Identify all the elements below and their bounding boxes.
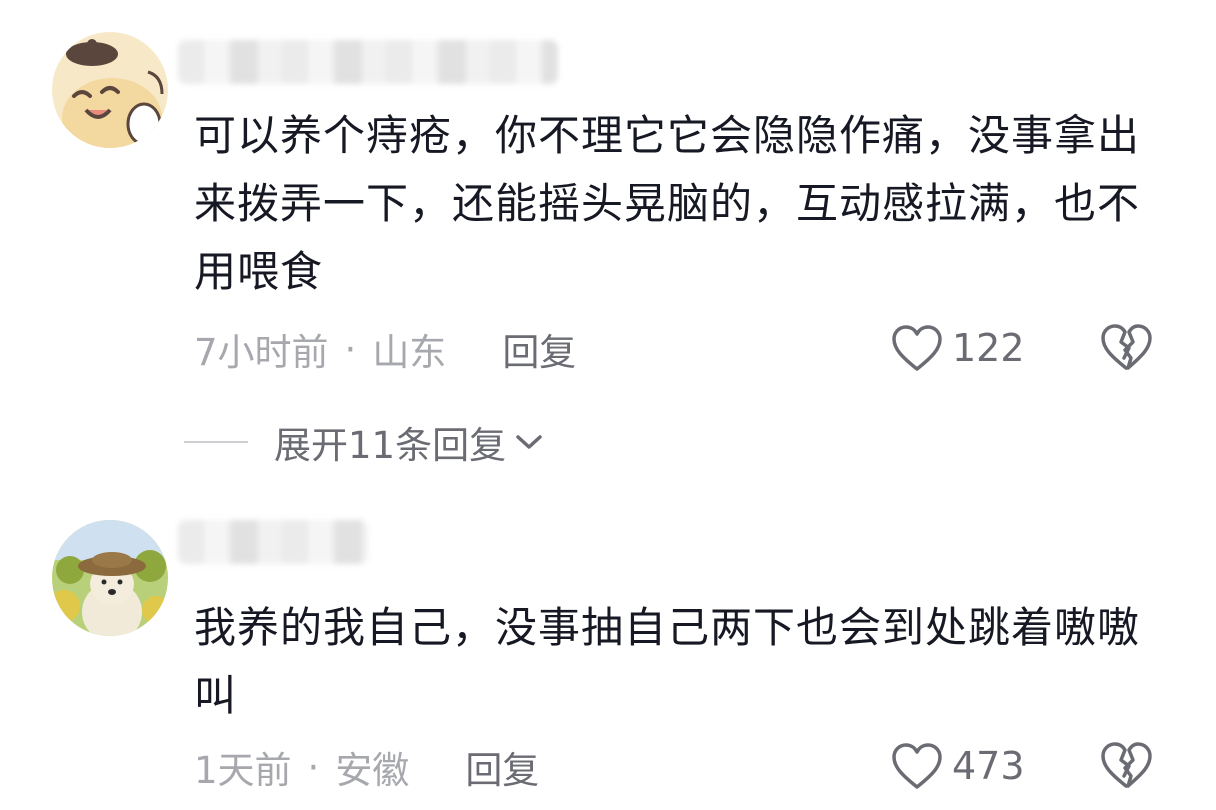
heart-outline-icon (892, 743, 942, 789)
comment-time: 1天前 (194, 749, 292, 792)
expand-replies-button[interactable]: 展开11条回复 (184, 414, 544, 470)
dog-photo-avatar[interactable] (52, 520, 168, 636)
expand-replies-label: 展开11条回复 (274, 424, 507, 467)
comment-text: 可以养个痔疮，你不理它它会隐隐作痛，没事拿出来拨弄一下，还能摇头晃脑的，互动感拉… (194, 111, 1141, 296)
comment-meta: 7小时前 · 山东 回复 (194, 322, 576, 376)
reply-button[interactable]: 回复 (465, 740, 539, 794)
comment-time: 7小时前 (194, 331, 329, 374)
like-button[interactable]: 122 (890, 320, 1025, 376)
like-button[interactable]: 473 (890, 738, 1025, 794)
username-blurred[interactable] (178, 40, 558, 84)
comment-meta: 1天前 · 安徽 回复 (194, 740, 539, 794)
broken-heart-icon[interactable] (1098, 738, 1154, 794)
meta-separator: · (307, 745, 320, 789)
meta-separator: · (344, 327, 357, 371)
reply-button[interactable]: 回复 (502, 322, 576, 376)
divider-line (184, 441, 248, 443)
cartoon-cat-avatar[interactable] (52, 32, 168, 148)
comment-location: 安徽 (335, 749, 410, 792)
username-blurred[interactable] (178, 520, 368, 564)
comment-location: 山东 (372, 331, 447, 374)
chevron-down-icon (516, 435, 542, 449)
broken-heart-icon[interactable] (1098, 320, 1154, 376)
heart-outline-icon (892, 325, 942, 371)
like-count: 473 (952, 744, 1025, 788)
like-count: 122 (952, 326, 1025, 370)
comment-text: 我养的我自己，没事抽自己两下也会到处跳着嗷嗷叫 (194, 603, 1141, 720)
